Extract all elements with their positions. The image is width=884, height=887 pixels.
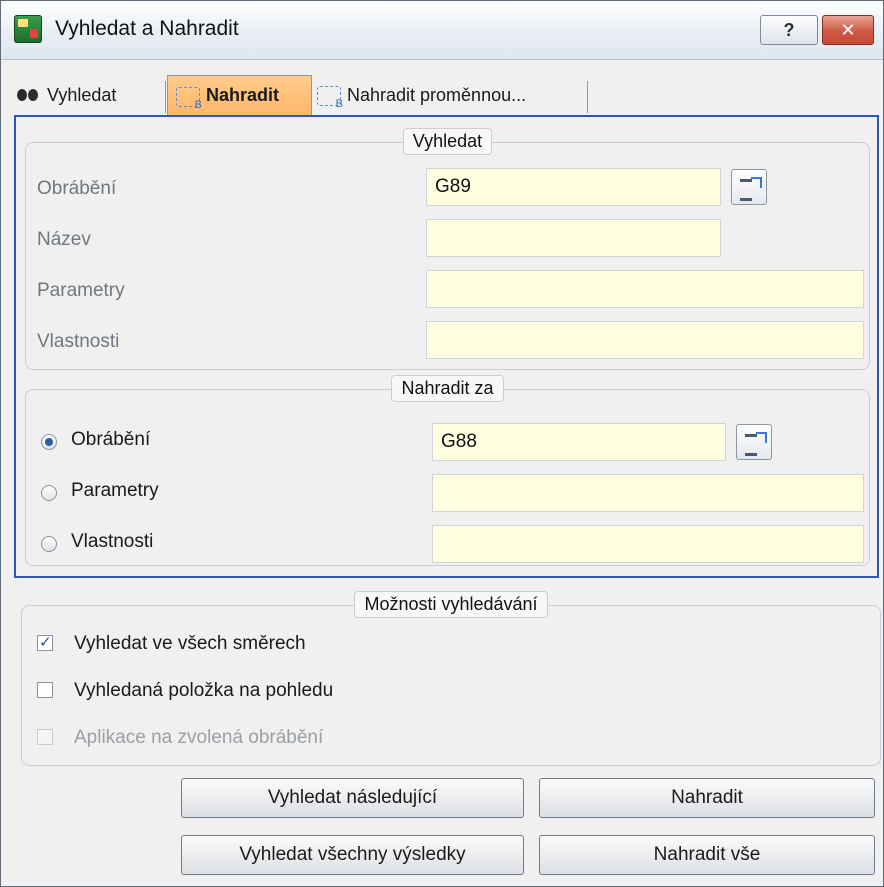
search-field-label-parametry: Parametry xyxy=(37,280,125,301)
find-next-button[interactable]: Vyhledat následující xyxy=(181,778,524,818)
all-directions-label: Vyhledat ve všech směrech xyxy=(74,633,306,654)
dialog-window: Vyhledat a Nahradit ? ✕ Vyhledat Nahradi… xyxy=(0,0,884,887)
search-field-label-obrabeni: Obrábění xyxy=(37,178,117,199)
search-field-label-vlastnosti: Vlastnosti xyxy=(37,331,120,352)
replace-icon xyxy=(176,86,202,111)
search-obrabeni-input[interactable]: G89 xyxy=(426,168,721,206)
all-directions-checkbox[interactable] xyxy=(37,633,53,651)
tab-separator xyxy=(165,81,166,113)
replace-radio-parametry[interactable] xyxy=(41,485,57,501)
replace-all-button[interactable]: Nahradit vše xyxy=(539,835,875,875)
replace-variable-icon xyxy=(317,86,343,110)
apply-selected-label: Aplikace na zvolená obrábění xyxy=(74,727,324,748)
tab-separator xyxy=(587,81,588,113)
replace-radio-obrabeni[interactable] xyxy=(41,434,57,450)
replace-obrabeni-input[interactable]: G88 xyxy=(432,423,726,461)
binoculars-icon xyxy=(15,84,41,106)
replace-with-group: Nahradit za Obrábění G88 Parametry Vlast… xyxy=(25,375,870,566)
search-vlastnosti-input[interactable] xyxy=(426,321,864,359)
found-in-view-label: Vyhledaná položka na pohledu xyxy=(74,680,334,701)
replace-parametry-input[interactable] xyxy=(432,474,864,512)
tab-label: Vyhledat xyxy=(47,84,117,105)
replace-group-title: Nahradit za xyxy=(26,375,869,402)
tab-nahradit[interactable]: Nahradit xyxy=(167,75,312,115)
replace-label-obrabeni: Obrábění xyxy=(71,429,151,450)
group-title-label: Nahradit za xyxy=(391,375,504,402)
title-bar: Vyhledat a Nahradit ? ✕ xyxy=(1,1,883,60)
search-field-label-nazev: Název xyxy=(37,229,91,250)
search-options-group: Možnosti vyhledávání Vyhledat ve všech s… xyxy=(21,591,881,766)
tab-label: Nahradit xyxy=(206,85,280,105)
replace-obrabeni-picker-button[interactable] xyxy=(736,424,772,460)
replace-label-parametry: Parametry xyxy=(71,480,159,501)
options-group-title: Možnosti vyhledávání xyxy=(22,591,880,618)
search-parametry-input[interactable] xyxy=(426,270,864,308)
group-title-label: Vyhledat xyxy=(402,128,493,155)
tab-label: Nahradit proměnnou... xyxy=(347,84,527,105)
search-group-title: Vyhledat xyxy=(26,128,869,155)
replace-label-vlastnosti: Vlastnosti xyxy=(71,531,154,552)
replace-radio-vlastnosti[interactable] xyxy=(41,536,57,552)
search-obrabeni-picker-button[interactable] xyxy=(731,169,767,205)
tab-nahradit-promennou[interactable]: Nahradit proměnnou... xyxy=(317,75,587,115)
replace-vlastnosti-input[interactable] xyxy=(432,525,864,563)
tab-vyhledat[interactable]: Vyhledat xyxy=(15,75,165,115)
replace-button[interactable]: Nahradit xyxy=(539,778,875,818)
find-all-button[interactable]: Vyhledat všechny výsledky xyxy=(181,835,524,875)
found-in-view-checkbox[interactable] xyxy=(37,682,53,698)
search-group: Vyhledat Obrábění G89 Název Parametry Vl… xyxy=(25,128,870,370)
window-title: Vyhledat a Nahradit xyxy=(55,17,239,40)
replace-tab-panel: Vyhledat Obrábění G89 Název Parametry Vl… xyxy=(14,115,879,578)
group-title-label: Možnosti vyhledávání xyxy=(354,591,548,618)
search-nazev-input[interactable] xyxy=(426,219,721,257)
help-button[interactable]: ? xyxy=(760,15,818,45)
apply-selected-checkbox xyxy=(37,729,53,745)
close-button[interactable]: ✕ xyxy=(822,15,874,45)
app-icon xyxy=(14,15,42,43)
